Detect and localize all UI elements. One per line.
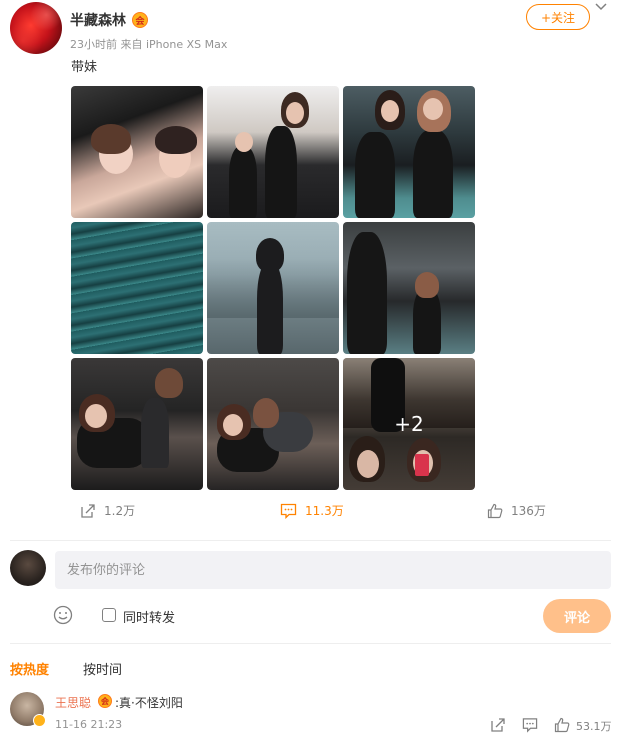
comment-like-count: 53.1万 xyxy=(576,720,612,733)
submit-comment-button[interactable]: 评论 xyxy=(543,599,611,633)
more-photos-count: +2 xyxy=(394,412,424,436)
chevron-down-icon[interactable] xyxy=(594,0,608,14)
comment-time: 11-16 21:23 xyxy=(55,718,123,731)
repost-icon xyxy=(81,503,95,518)
emoji-icon[interactable] xyxy=(53,605,73,625)
commenter-name[interactable]: 王思聪 xyxy=(55,694,91,711)
follow-button[interactable]: +关注 xyxy=(526,4,590,30)
post-photo[interactable] xyxy=(343,222,475,354)
comment-icon[interactable] xyxy=(522,717,538,733)
like-action[interactable]: 136万 xyxy=(487,502,546,519)
vip-badge-icon: 会 xyxy=(98,694,112,708)
post-photo-more[interactable]: +2 xyxy=(343,358,475,490)
post-photo[interactable] xyxy=(207,358,339,490)
post-photo[interactable] xyxy=(207,86,339,218)
comment-input[interactable] xyxy=(55,551,611,589)
post-photo[interactable] xyxy=(343,86,475,218)
like-icon[interactable] xyxy=(554,717,570,733)
verified-badge-icon xyxy=(33,714,46,727)
post-photo[interactable] xyxy=(207,222,339,354)
repost-action[interactable]: 1.2万 xyxy=(80,502,135,519)
sort-by-time-tab[interactable]: 按时间 xyxy=(83,659,122,678)
post-photo[interactable] xyxy=(71,86,203,218)
repost-count: 1.2万 xyxy=(104,504,136,518)
like-count: 136万 xyxy=(511,504,546,518)
post-photo[interactable] xyxy=(71,222,203,354)
author-avatar[interactable] xyxy=(10,2,62,54)
repost-icon[interactable] xyxy=(490,717,506,733)
divider xyxy=(10,643,611,644)
current-user-avatar xyxy=(10,550,46,586)
post-photo[interactable] xyxy=(71,358,203,490)
comment-text: :真·不怪刘阳 xyxy=(115,696,183,710)
author-name[interactable]: 半藏森林 xyxy=(70,10,126,30)
repost-checkbox[interactable] xyxy=(102,608,116,622)
post-text: 带妹 xyxy=(71,60,98,75)
repost-label: 同时转发 xyxy=(123,611,176,626)
comment-icon xyxy=(280,503,297,519)
comment-count: 11.3万 xyxy=(305,504,344,518)
post-meta: 23小时前 来自 iPhone XS Max xyxy=(70,38,228,51)
sort-by-hot-tab[interactable]: 按热度 xyxy=(10,659,49,678)
vip-badge-icon: 会 xyxy=(132,12,148,28)
like-icon xyxy=(487,503,503,518)
divider xyxy=(10,540,611,541)
comment-action[interactable]: 11.3万 xyxy=(280,502,344,519)
